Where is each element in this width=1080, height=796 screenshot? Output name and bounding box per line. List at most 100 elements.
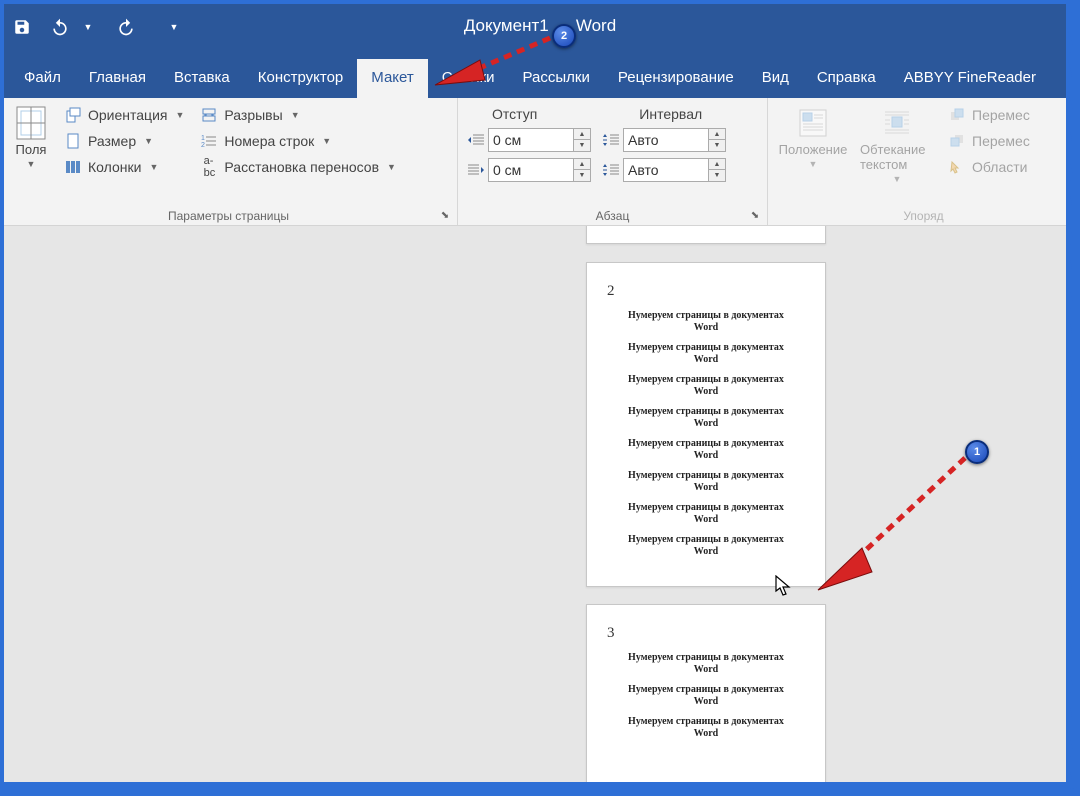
spin-up[interactable]: ▲ <box>574 159 590 170</box>
redo-button[interactable] <box>114 15 138 39</box>
spacing-before-control[interactable]: ▲▼ <box>599 128 726 152</box>
spacing-after-input[interactable] <box>623 158 709 182</box>
tab-view[interactable]: Вид <box>748 59 803 98</box>
columns-button[interactable]: Колонки ▼ <box>62 156 186 178</box>
tab-home[interactable]: Главная <box>75 59 160 98</box>
quick-access-toolbar: ▼ ▼ <box>10 15 186 39</box>
line-numbers-label: Номера строк <box>224 133 314 149</box>
document-paragraph: Нумеруем страницы в документах Word <box>619 502 793 526</box>
group-paragraph: Отступ Интервал ▲▼ ▲▼ <box>458 98 768 225</box>
tab-mailings[interactable]: Рассылки <box>509 59 604 98</box>
frame-top <box>0 0 1080 4</box>
orientation-label: Ориентация <box>88 107 167 123</box>
document-paragraph: Нумеруем страницы в документах Word <box>619 406 793 430</box>
line-numbers-button[interactable]: 12 Номера строк ▼ <box>198 130 398 152</box>
columns-icon <box>64 158 82 176</box>
chevron-down-icon: ▼ <box>893 174 902 184</box>
document-paragraph: Нумеруем страницы в документах Word <box>619 438 793 462</box>
tab-design[interactable]: Конструктор <box>244 59 358 98</box>
redo-icon <box>116 17 136 37</box>
spin-down[interactable]: ▼ <box>709 170 725 181</box>
indent-left-control[interactable]: ▲▼ <box>464 128 591 152</box>
page-setup-launcher[interactable]: ⬊ <box>439 210 451 222</box>
wrap-label: Обтекание текстом <box>860 142 934 172</box>
undo-button[interactable] <box>48 15 72 39</box>
hyphenation-label: Расстановка переносов <box>224 159 379 175</box>
page-number-2: 2 <box>607 283 811 300</box>
undo-dropdown[interactable]: ▼ <box>76 15 100 39</box>
page-setup-group-label: Параметры страницы ⬊ <box>6 205 451 225</box>
spin-up[interactable]: ▲ <box>709 129 725 140</box>
position-icon <box>798 106 828 140</box>
page-3: 3 Нумеруем страницы в документах Word Нум… <box>586 604 826 786</box>
selection-label: Области <box>972 159 1027 175</box>
wrap-button: Обтекание текстом ▼ <box>858 104 936 186</box>
tab-abbyy[interactable]: ABBYY FineReader <box>890 59 1050 98</box>
indent-right-input[interactable] <box>488 158 574 182</box>
position-button: Положение ▼ <box>774 104 852 171</box>
breaks-button[interactable]: Разрывы ▼ <box>198 104 398 126</box>
document-paragraph: Нумеруем страницы в документах Word <box>619 470 793 494</box>
bring-forward-icon <box>948 106 966 124</box>
indent-right-control[interactable]: ▲▼ <box>464 158 591 182</box>
qat-customize[interactable]: ▼ <box>162 15 186 39</box>
group-arrange: Положение ▼ Обтекание текстом ▼ Перемес … <box>768 98 1080 225</box>
size-button[interactable]: Размер ▼ <box>62 130 186 152</box>
breaks-icon <box>200 106 218 124</box>
spacing-after-control[interactable]: ▲▼ <box>599 158 726 182</box>
send-backward-button: Перемес <box>946 130 1032 152</box>
position-label: Положение <box>779 142 848 157</box>
frame-bottom <box>0 782 1080 796</box>
group-page-setup: Поля ▼ Ориентация ▼ Размер ▼ Колонки ▼ <box>0 98 458 225</box>
document-paragraph: Нумеруем страницы в документах Word <box>619 716 793 740</box>
tab-layout[interactable]: Макет <box>357 59 427 98</box>
svg-text:2: 2 <box>201 142 205 149</box>
bring-forward-button: Перемес <box>946 104 1032 126</box>
chevron-down-icon: ▼ <box>149 162 158 172</box>
chevron-down-icon: ▼ <box>387 162 396 172</box>
chevron-down-icon: ▼ <box>175 110 184 120</box>
frame-left <box>0 0 4 796</box>
spin-up[interactable]: ▲ <box>574 129 590 140</box>
spacing-header: Интервал <box>639 106 702 122</box>
page-number-3: 3 <box>607 625 811 642</box>
page-1-partial <box>586 226 826 244</box>
indent-left-input[interactable] <box>488 128 574 152</box>
chevron-down-icon: ▼ <box>27 159 36 169</box>
wrap-icon <box>882 106 912 140</box>
tab-insert[interactable]: Вставка <box>160 59 244 98</box>
selection-pane-button: Области <box>946 156 1032 178</box>
orientation-button[interactable]: Ориентация ▼ <box>62 104 186 126</box>
bring-label: Перемес <box>972 107 1030 123</box>
tab-review[interactable]: Рецензирование <box>604 59 748 98</box>
chevron-down-icon: ▼ <box>809 159 818 169</box>
annotation-badge-2: 2 <box>552 24 576 48</box>
paragraph-group-label: Абзац ⬊ <box>464 205 761 225</box>
doc-name: Документ1 <box>464 16 549 35</box>
hyphenation-button[interactable]: a-bc Расстановка переносов ▼ <box>198 156 398 178</box>
tab-file[interactable]: Файл <box>10 59 75 98</box>
svg-text:1: 1 <box>201 135 205 142</box>
size-icon <box>64 132 82 150</box>
selection-icon <box>948 158 966 176</box>
cursor-icon <box>775 575 793 597</box>
spacing-before-input[interactable] <box>623 128 709 152</box>
title-bar: ▼ ▼ Документ1 - Word <box>0 0 1080 54</box>
document-area[interactable]: 2 Нумеруем страницы в документах Word Нум… <box>6 226 1074 786</box>
undo-icon <box>50 17 70 37</box>
hyphenation-icon: a-bc <box>200 158 218 176</box>
spin-up[interactable]: ▲ <box>709 159 725 170</box>
chevron-down-icon: ▼ <box>144 136 153 146</box>
annotation-badge-1: 1 <box>965 440 989 464</box>
columns-label: Колонки <box>88 159 141 175</box>
spin-down[interactable]: ▼ <box>574 140 590 151</box>
tab-references[interactable]: Ссылки <box>428 59 509 98</box>
document-paragraph: Нумеруем страницы в документах Word <box>619 684 793 708</box>
spin-down[interactable]: ▼ <box>709 140 725 151</box>
save-button[interactable] <box>10 15 34 39</box>
tab-help[interactable]: Справка <box>803 59 890 98</box>
margins-button[interactable]: Поля ▼ <box>6 104 56 171</box>
indent-right-icon <box>464 158 488 182</box>
paragraph-launcher[interactable]: ⬊ <box>749 210 761 222</box>
spin-down[interactable]: ▼ <box>574 170 590 181</box>
